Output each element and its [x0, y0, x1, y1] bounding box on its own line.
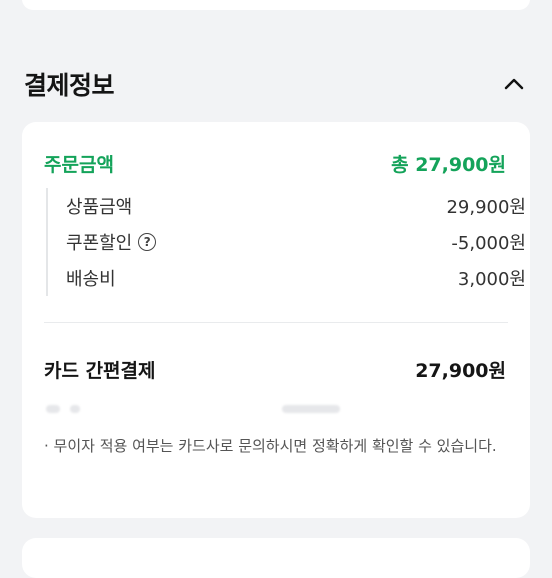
list-item: 쿠폰할인 ? -5,000원 — [66, 224, 526, 260]
payment-info-header[interactable]: 결제정보 — [24, 62, 530, 106]
section-title: 결제정보 — [24, 71, 115, 100]
payment-info-card: 주문금액 총 27,900원 상품금액 29,900원 쿠폰할인 ? -5,00… — [22, 122, 530, 518]
blurred-card-info — [46, 402, 346, 416]
previous-section-card — [22, 0, 530, 10]
coupon-discount-label: 쿠폰할인 — [66, 233, 133, 254]
price-breakdown: 상품금액 29,900원 쿠폰할인 ? -5,000원 배송비 3,000원 — [46, 188, 526, 296]
coupon-discount-value: -5,000원 — [451, 233, 526, 254]
shipping-fee-value: 3,000원 — [457, 269, 526, 290]
chevron-up-icon[interactable] — [502, 72, 526, 96]
installment-notice: · 무이자 적용 여부는 카드사로 문의하시면 정확하게 확인할 수 있습니다. — [44, 437, 497, 455]
product-amount-value: 29,900원 — [446, 197, 526, 218]
order-total-row: 주문금액 총 27,900원 — [44, 150, 506, 177]
payment-method-label: 카드 간편결제 — [44, 360, 156, 382]
payment-method-row: 카드 간편결제 27,900원 — [44, 356, 506, 383]
list-item: 배송비 3,000원 — [66, 260, 526, 296]
shipping-fee-label: 배송비 — [66, 269, 116, 290]
next-section-card — [22, 538, 530, 578]
order-amount-label: 주문금액 — [44, 154, 114, 176]
order-total-value: 총 27,900원 — [391, 154, 506, 176]
product-amount-label: 상품금액 — [66, 197, 133, 218]
divider — [44, 322, 508, 323]
payment-amount-value: 27,900원 — [415, 360, 506, 382]
list-item: 상품금액 29,900원 — [66, 188, 526, 224]
question-circle-icon[interactable]: ? — [138, 233, 157, 251]
